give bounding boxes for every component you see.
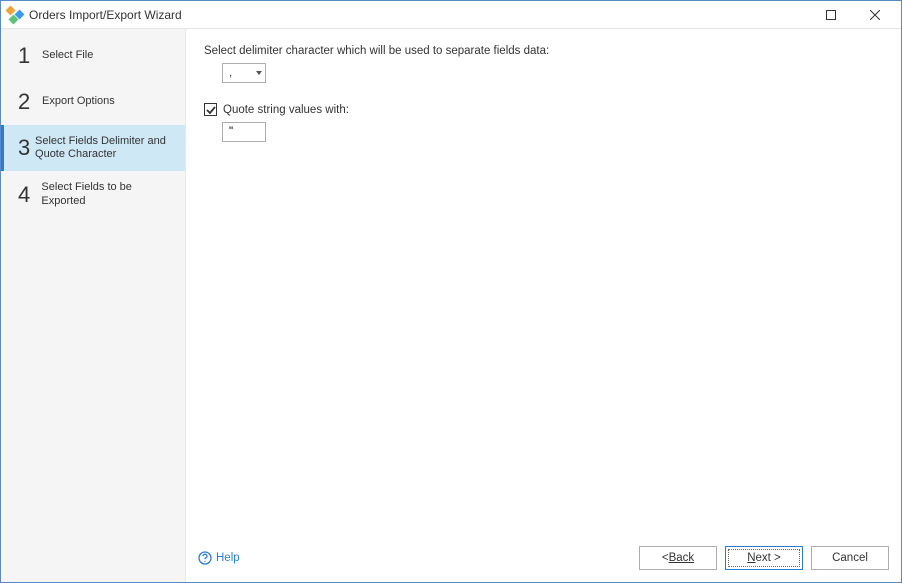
step-number: 1 — [18, 43, 38, 69]
step-number: 2 — [18, 89, 38, 115]
close-button[interactable] — [853, 2, 897, 28]
next-label: Next > — [747, 552, 781, 564]
window-controls — [809, 2, 897, 28]
step-label: Export Options — [38, 95, 115, 108]
check-icon — [206, 105, 216, 115]
window-title: Orders Import/Export Wizard — [29, 8, 809, 22]
cancel-button[interactable]: Cancel — [811, 546, 889, 570]
step-number: 3 — [18, 135, 31, 161]
quote-input[interactable] — [222, 122, 266, 142]
body: 1 Select File 2 Export Options 3 Select … — [1, 29, 901, 582]
footer: Help < Back Next > Cancel — [186, 542, 901, 582]
cancel-label: Cancel — [832, 552, 868, 564]
titlebar: Orders Import/Export Wizard — [1, 1, 901, 29]
app-icon — [7, 7, 23, 23]
quote-row: Quote string values with: — [204, 103, 883, 116]
content: Select delimiter character which will be… — [186, 29, 901, 542]
quote-label: Quote string values with: — [223, 104, 349, 116]
delimiter-value: , — [229, 67, 232, 79]
main: Select delimiter character which will be… — [186, 29, 901, 582]
back-button[interactable]: < Back — [639, 546, 717, 570]
step-label: Select File — [38, 49, 93, 62]
sidebar: 1 Select File 2 Export Options 3 Select … — [1, 29, 186, 582]
step-3-delimiter-quote[interactable]: 3 Select Fields Delimiter and Quote Char… — [1, 125, 185, 171]
help-icon — [198, 551, 212, 565]
maximize-button[interactable] — [809, 2, 853, 28]
next-button[interactable]: Next > — [725, 546, 803, 570]
step-1-select-file[interactable]: 1 Select File — [1, 33, 185, 79]
step-4-select-fields[interactable]: 4 Select Fields to be Exported — [1, 171, 185, 217]
help-label: Help — [216, 552, 240, 564]
delimiter-select[interactable]: , — [222, 63, 266, 83]
step-label: Select Fields to be Exported — [37, 181, 175, 207]
step-2-export-options[interactable]: 2 Export Options — [1, 79, 185, 125]
chevron-down-icon — [256, 71, 262, 75]
step-label: Select Fields Delimiter and Quote Charac… — [31, 135, 175, 161]
delimiter-label: Select delimiter character which will be… — [204, 45, 883, 57]
back-label: Back — [669, 552, 695, 564]
close-icon — [870, 10, 880, 20]
maximize-icon — [826, 10, 836, 20]
step-number: 4 — [18, 182, 37, 208]
quote-checkbox[interactable] — [204, 103, 217, 116]
help-link[interactable]: Help — [198, 551, 240, 565]
wizard-window: Orders Import/Export Wizard 1 Select Fil… — [0, 0, 902, 583]
